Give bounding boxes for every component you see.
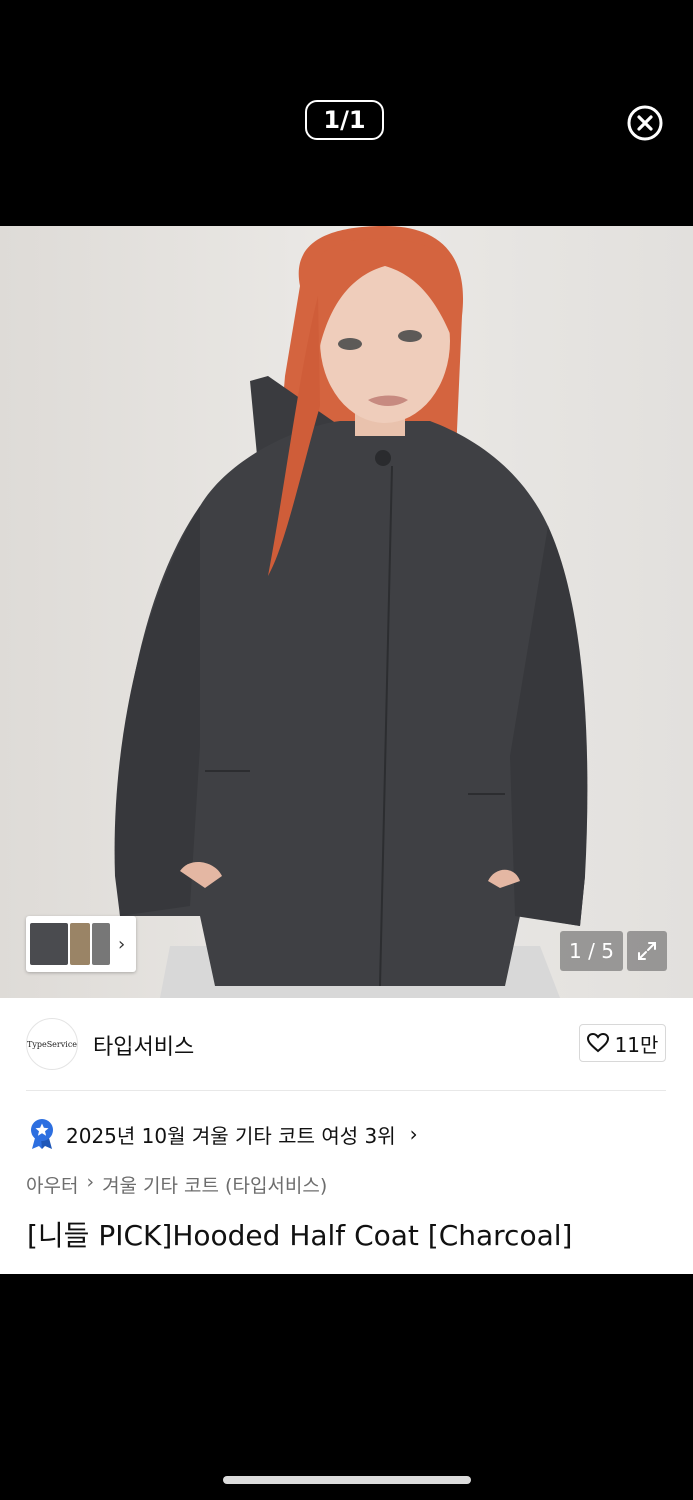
like-count: 11만 — [614, 1032, 659, 1057]
breadcrumb: 아우터 › 겨울 기타 코트 (타입서비스) — [26, 1171, 327, 1198]
breadcrumb-subcategory[interactable]: 겨울 기타 코트 (타입서비스) — [102, 1171, 327, 1198]
close-button[interactable] — [626, 104, 664, 142]
chevron-right-icon: › — [86, 1171, 95, 1193]
rank-medal-icon — [31, 1119, 53, 1149]
expand-icon — [638, 942, 656, 960]
divider — [26, 1090, 666, 1091]
thumbnail-3[interactable] — [92, 923, 110, 965]
brand-row: TypeService 타입서비스 11만 — [0, 998, 693, 1090]
product-screenshot: › 1 / 5 TypeService 타입서비스 11만 2025년 10월 … — [0, 226, 693, 1274]
product-title: [니들 PICK]Hooded Half Coat [Charcoal] — [27, 1219, 573, 1252]
product-photo[interactable] — [0, 226, 693, 998]
brand-logo[interactable]: TypeService — [26, 1018, 78, 1070]
viewer-bottom-area — [0, 1274, 693, 1500]
close-circle-icon — [627, 105, 663, 141]
ranking-link[interactable]: 2025년 10월 겨울 기타 코트 여성 3위 › — [28, 1116, 418, 1152]
image-counter: 1/1 — [305, 100, 384, 140]
image-pager: 1 / 5 — [560, 931, 623, 971]
thumbnail-2[interactable] — [70, 923, 90, 965]
chevron-right-icon: › — [118, 933, 126, 955]
like-button[interactable]: 11만 — [579, 1024, 666, 1062]
thumbnail-1[interactable] — [30, 923, 68, 965]
viewer-top-bar: 1/1 — [0, 0, 693, 226]
brand-name[interactable]: 타입서비스 — [93, 1029, 194, 1061]
thumbnail-strip[interactable]: › — [26, 916, 136, 972]
expand-button[interactable] — [627, 931, 667, 971]
breadcrumb-category[interactable]: 아우터 — [26, 1171, 78, 1198]
heart-icon — [586, 1033, 609, 1053]
ranking-text: 2025년 10월 겨울 기타 코트 여성 3위 — [66, 1123, 396, 1148]
home-indicator[interactable] — [223, 1476, 471, 1484]
chevron-right-icon: › — [409, 1122, 418, 1146]
